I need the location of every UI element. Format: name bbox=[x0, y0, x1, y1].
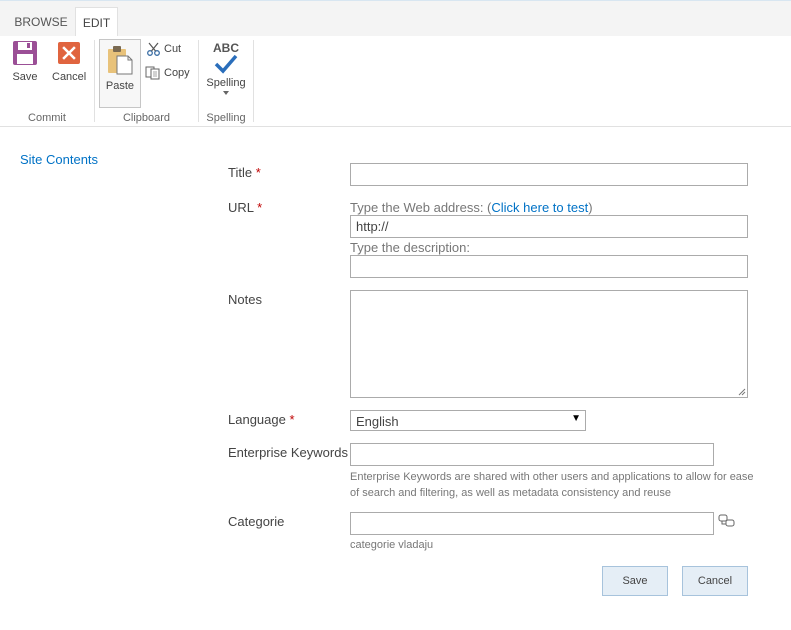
clipboard-group-label: Clipboard bbox=[122, 112, 171, 124]
scissors-icon bbox=[147, 42, 160, 57]
browse-terms-icon[interactable] bbox=[718, 513, 736, 529]
copy-button[interactable]: Copy bbox=[145, 64, 190, 82]
spelling-label: Spelling bbox=[206, 77, 246, 89]
language-label-text: Language bbox=[228, 412, 286, 427]
title-label: Title * bbox=[228, 165, 261, 180]
ribbon: Save Cancel Commit Paste Cut Copy Clipbo… bbox=[0, 36, 791, 127]
ribbon-save-button[interactable]: Save bbox=[10, 40, 40, 83]
tab-edit[interactable]: EDIT bbox=[75, 7, 118, 38]
test-url-link[interactable]: Click here to test bbox=[491, 200, 588, 215]
paste-icon bbox=[108, 46, 133, 75]
group-divider bbox=[253, 40, 254, 122]
commit-group-label: Commit bbox=[28, 112, 66, 124]
url-hint: Type the Web address: (Click here to tes… bbox=[350, 200, 593, 215]
tab-browse[interactable]: BROWSE bbox=[10, 7, 72, 37]
url-address-input[interactable] bbox=[350, 215, 748, 238]
keywords-label: Enterprise Keywords bbox=[228, 445, 348, 460]
paste-button[interactable]: Paste bbox=[99, 39, 141, 108]
url-label: URL * bbox=[228, 200, 262, 215]
language-label: Language * bbox=[228, 412, 295, 427]
checkmark-icon bbox=[214, 54, 238, 74]
keywords-input[interactable] bbox=[350, 443, 714, 466]
language-selected-value: English bbox=[356, 414, 399, 429]
notes-textarea[interactable] bbox=[350, 290, 748, 398]
url-hint-prefix: Type the Web address: ( bbox=[350, 200, 492, 215]
dropdown-arrow-icon: ▼ bbox=[571, 413, 581, 424]
title-label-text: Title bbox=[228, 165, 253, 180]
save-icon bbox=[13, 41, 37, 65]
clipboard-group: Paste Cut Copy Clipboard bbox=[95, 36, 198, 126]
cancel-icon bbox=[58, 42, 80, 64]
cut-button[interactable]: Cut bbox=[147, 40, 181, 58]
title-input[interactable] bbox=[350, 163, 748, 186]
ribbon-cancel-button[interactable]: Cancel bbox=[52, 40, 86, 83]
save-button[interactable]: Save bbox=[602, 566, 668, 596]
nav-site-contents[interactable]: Site Contents bbox=[20, 152, 98, 167]
spelling-group: ABC Spelling Spelling bbox=[199, 36, 253, 126]
url-hint-suffix: ) bbox=[588, 200, 593, 215]
url-description-input[interactable] bbox=[350, 255, 748, 278]
categorie-input[interactable] bbox=[350, 512, 714, 535]
required-marker: * bbox=[289, 412, 295, 427]
cancel-button[interactable]: Cancel bbox=[682, 566, 748, 596]
required-marker: * bbox=[257, 200, 263, 215]
spelling-button[interactable]: ABC Spelling bbox=[205, 42, 247, 95]
paste-label: Paste bbox=[105, 80, 135, 92]
url-description-hint: Type the description: bbox=[350, 240, 470, 255]
commit-group: Save Cancel Commit bbox=[0, 36, 94, 126]
resize-grip-icon[interactable] bbox=[738, 388, 746, 396]
ribbon-tab-bar: BROWSE EDIT bbox=[0, 0, 791, 38]
cut-label: Cut bbox=[164, 43, 182, 55]
copy-label: Copy bbox=[164, 67, 190, 79]
copy-icon bbox=[145, 66, 160, 80]
ribbon-save-label: Save bbox=[12, 71, 38, 83]
chevron-down-icon bbox=[223, 91, 229, 95]
keywords-description: Enterprise Keywords are shared with othe… bbox=[350, 471, 754, 499]
categorie-label: Categorie bbox=[228, 514, 285, 529]
categorie-description: categorie vladaju bbox=[350, 539, 434, 551]
url-label-text: URL bbox=[228, 200, 254, 215]
required-marker: * bbox=[255, 165, 261, 180]
notes-label: Notes bbox=[228, 292, 262, 307]
abc-label: ABC bbox=[213, 41, 239, 55]
ribbon-cancel-label: Cancel bbox=[52, 71, 87, 83]
language-select[interactable]: English ▼ bbox=[350, 410, 586, 431]
spelling-group-label: Spelling bbox=[206, 112, 246, 124]
